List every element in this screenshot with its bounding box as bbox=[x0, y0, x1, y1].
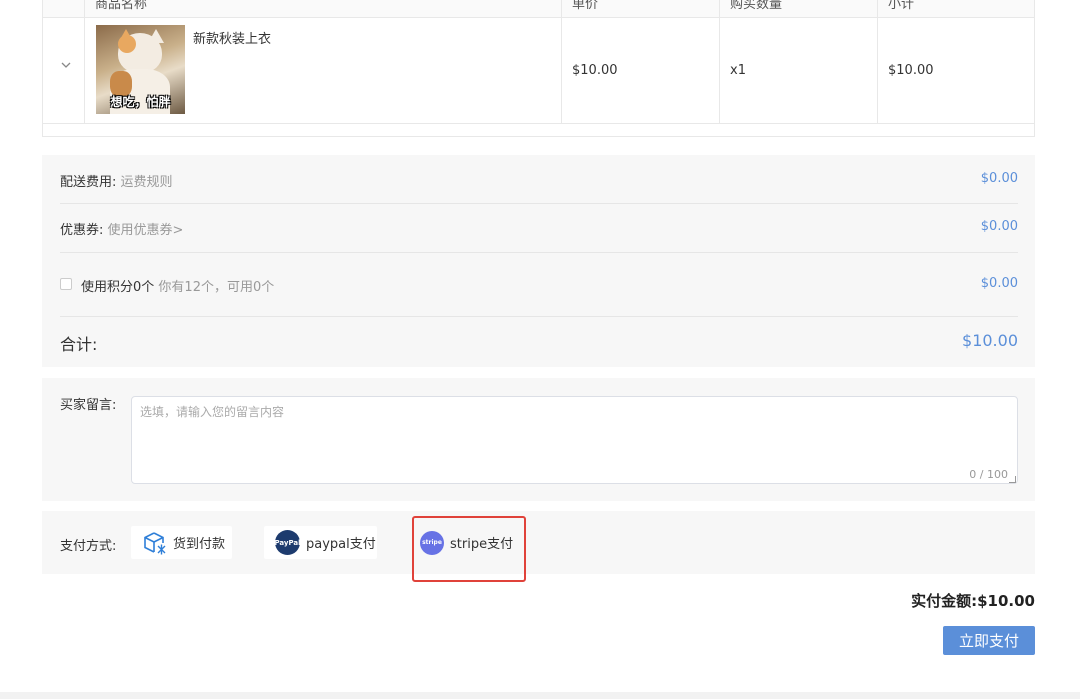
points-value: $0.00 bbox=[980, 276, 1018, 291]
selected-payment-highlight bbox=[412, 516, 526, 582]
coupon-row: 优惠券: 使用优惠券> $0.00 bbox=[60, 204, 1018, 253]
header-unit-price: 单价 bbox=[572, 0, 599, 12]
shipping-value: $0.00 bbox=[980, 171, 1018, 186]
coupon-value: $0.00 bbox=[980, 219, 1018, 234]
chevron-down-icon[interactable] bbox=[59, 58, 73, 72]
product-name[interactable]: 新款秋装上衣 bbox=[193, 28, 271, 47]
total-value: $10.00 bbox=[962, 331, 1018, 350]
product-thumbnail[interactable]: 想吃，怕胖 bbox=[96, 25, 185, 114]
payment-method-label: 支付方式: bbox=[60, 539, 117, 554]
shipping-rules-link[interactable]: 运费规则 bbox=[121, 175, 173, 190]
total-label: 合计: bbox=[60, 335, 98, 354]
points-row: 使用积分0个 你有12个，可用0个 $0.00 bbox=[60, 253, 1018, 317]
payment-option-paypal-label: paypal支付 bbox=[306, 537, 376, 552]
buyer-message-section: 买家留言: 0 / 100 bbox=[42, 378, 1035, 501]
header-product-name: 商品名称 bbox=[95, 0, 148, 12]
checkout-page: 商品名称 单价 购买数量 小计 想吃，怕胖 新款秋装上衣 $10.00 x1 $… bbox=[0, 0, 1080, 692]
resize-handle-icon[interactable] bbox=[1009, 476, 1016, 483]
payment-option-cod-label: 货到付款 bbox=[173, 537, 226, 552]
use-points-checkbox[interactable] bbox=[60, 278, 72, 290]
header-subtotal: 小计 bbox=[888, 0, 915, 12]
points-hint: 你有12个，可用0个 bbox=[158, 280, 275, 295]
coupon-label: 优惠券: bbox=[60, 223, 104, 238]
shipping-row: 配送费用: 运费规则 $0.00 bbox=[60, 155, 1018, 204]
actual-payment-amount: 实付金额:$10.00 bbox=[911, 592, 1035, 610]
buyer-message-input[interactable] bbox=[131, 396, 1018, 484]
table-row: 想吃，怕胖 新款秋装上衣 $10.00 x1 $10.00 bbox=[43, 18, 1034, 124]
product-subtotal: $10.00 bbox=[888, 63, 934, 78]
order-items-table: 商品名称 单价 购买数量 小计 想吃，怕胖 新款秋装上衣 $10.00 x1 $… bbox=[42, 0, 1035, 137]
payment-method-section: 支付方式: 货到付款 PayPal paypal支付 stripe stripe… bbox=[42, 511, 1035, 574]
pay-now-button[interactable]: 立即支付 bbox=[943, 626, 1035, 655]
thumbnail-caption: 想吃，怕胖 bbox=[110, 95, 171, 109]
order-summary: 配送费用: 运费规则 $0.00 优惠券: 使用优惠券> $0.00 使用积分0… bbox=[42, 155, 1035, 367]
points-label[interactable]: 使用积分0个 bbox=[81, 280, 154, 295]
product-quantity: x1 bbox=[730, 63, 746, 78]
product-price: $10.00 bbox=[572, 63, 618, 78]
table-header: 商品名称 单价 购买数量 小计 bbox=[43, 0, 1034, 18]
header-quantity: 购买数量 bbox=[730, 0, 783, 12]
box-delivery-icon bbox=[144, 531, 166, 554]
use-coupon-link[interactable]: 使用优惠券> bbox=[108, 223, 184, 238]
payment-option-paypal[interactable]: PayPal paypal支付 bbox=[264, 526, 377, 559]
shipping-label: 配送费用: bbox=[60, 175, 117, 190]
buyer-message-label: 买家留言: bbox=[60, 398, 117, 413]
message-char-counter: 0 / 100 bbox=[969, 468, 1008, 481]
paypal-logo-icon: PayPal bbox=[274, 530, 301, 555]
payment-option-cod[interactable]: 货到付款 bbox=[131, 526, 232, 559]
